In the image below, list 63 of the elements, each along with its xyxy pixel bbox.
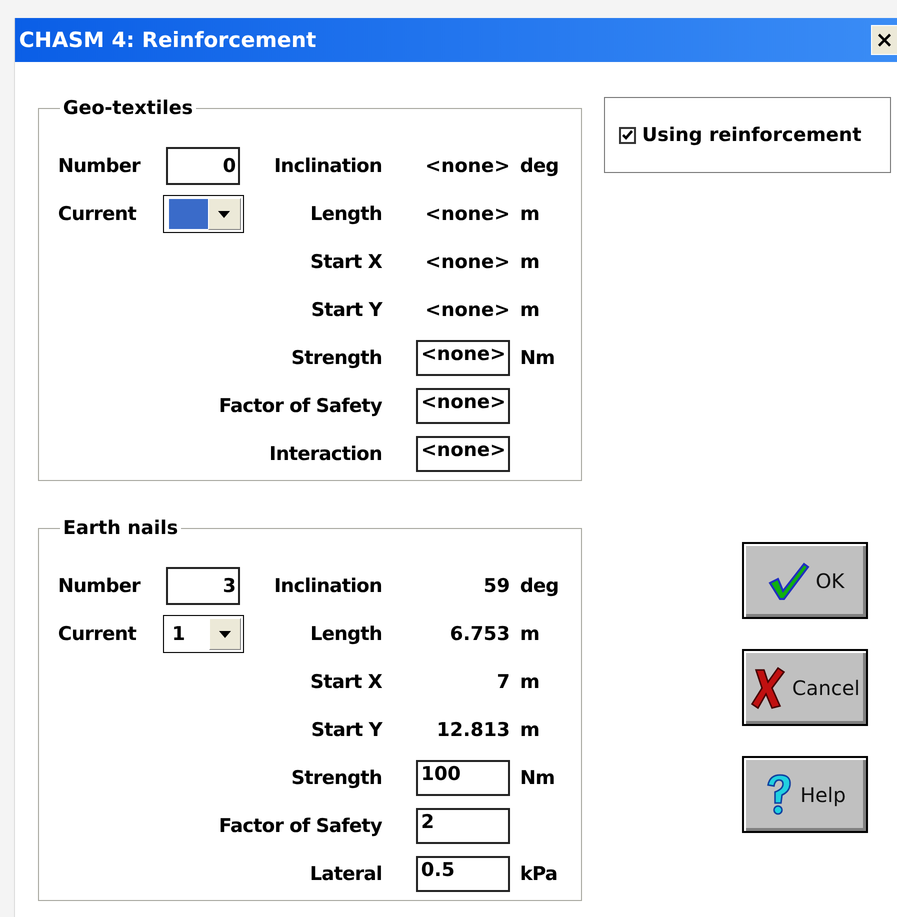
field-label: Start Y [311,719,382,741]
input-field[interactable]: 0.5 [416,856,510,892]
field-value: 7 [496,671,510,693]
field-label: Length [310,623,382,645]
dropdown-arrow-button[interactable] [209,618,241,650]
field-value: 12.813 [436,719,510,741]
field-label: Strength [291,347,382,369]
unit-label: m [520,719,540,741]
unit-label: deg [520,575,559,597]
input-field[interactable]: 100 [416,760,510,796]
field-value: <none> [425,299,510,321]
dropdown-value: 1 [171,623,186,645]
checkbox-label: Using reinforcement [642,124,862,146]
close-button[interactable]: × [871,25,897,55]
unit-label: m [520,203,540,225]
field-value: 59 [484,575,510,597]
field-label: Number [58,575,140,597]
input-field[interactable]: <none> [416,388,510,424]
input-field[interactable]: 2 [416,808,510,844]
current-dropdown[interactable] [163,195,244,233]
group-title: Earth nails [62,517,180,539]
unit-label: m [520,299,540,321]
window-title: CHASM 4: Reinforcement [19,28,316,52]
field-label: Inclination [274,575,382,597]
number-field[interactable]: 3 [166,567,240,605]
unit-label: deg [520,155,559,177]
ok-button[interactable]: OK [742,542,868,619]
field-label: Current [58,623,136,645]
unit-label: m [520,623,540,645]
checkmark-icon [766,560,810,600]
number-field[interactable]: 0 [166,147,240,185]
field-label: Start X [310,671,382,693]
field-label: Start X [310,251,382,273]
field-label: Current [58,203,136,225]
unit-label: kPa [520,863,558,885]
field-label: Interaction [269,443,382,465]
cross-icon [750,666,786,710]
dropdown-arrow-button[interactable] [208,198,241,230]
field-label: Factor of Safety [218,395,382,417]
cancel-button[interactable]: Cancel [742,649,868,726]
input-field[interactable]: <none> [416,340,510,376]
field-label: Number [58,155,140,177]
unit-label: m [520,251,540,273]
field-label: Length [310,203,382,225]
field-label: Inclination [274,155,382,177]
unit-label: Nm [520,347,555,369]
field-label: Factor of Safety [218,815,382,837]
field-value: <none> [425,203,510,225]
caret-icon [219,630,232,638]
current-dropdown[interactable]: 1 [163,615,244,653]
help-button[interactable]: Help [742,756,868,833]
field-value: <none> [425,251,510,273]
unit-label: m [520,671,540,693]
group-title: Geo-textiles [62,97,194,119]
caret-icon [218,210,230,218]
unit-label: Nm [520,767,555,789]
input-field[interactable]: <none> [416,436,510,472]
checkbox[interactable] [619,126,636,144]
field-label: Start Y [311,299,382,321]
field-label: Lateral [310,863,382,885]
field-label: Strength [291,767,382,789]
field-value: 6.753 [450,623,510,645]
field-value: <none> [425,155,510,177]
